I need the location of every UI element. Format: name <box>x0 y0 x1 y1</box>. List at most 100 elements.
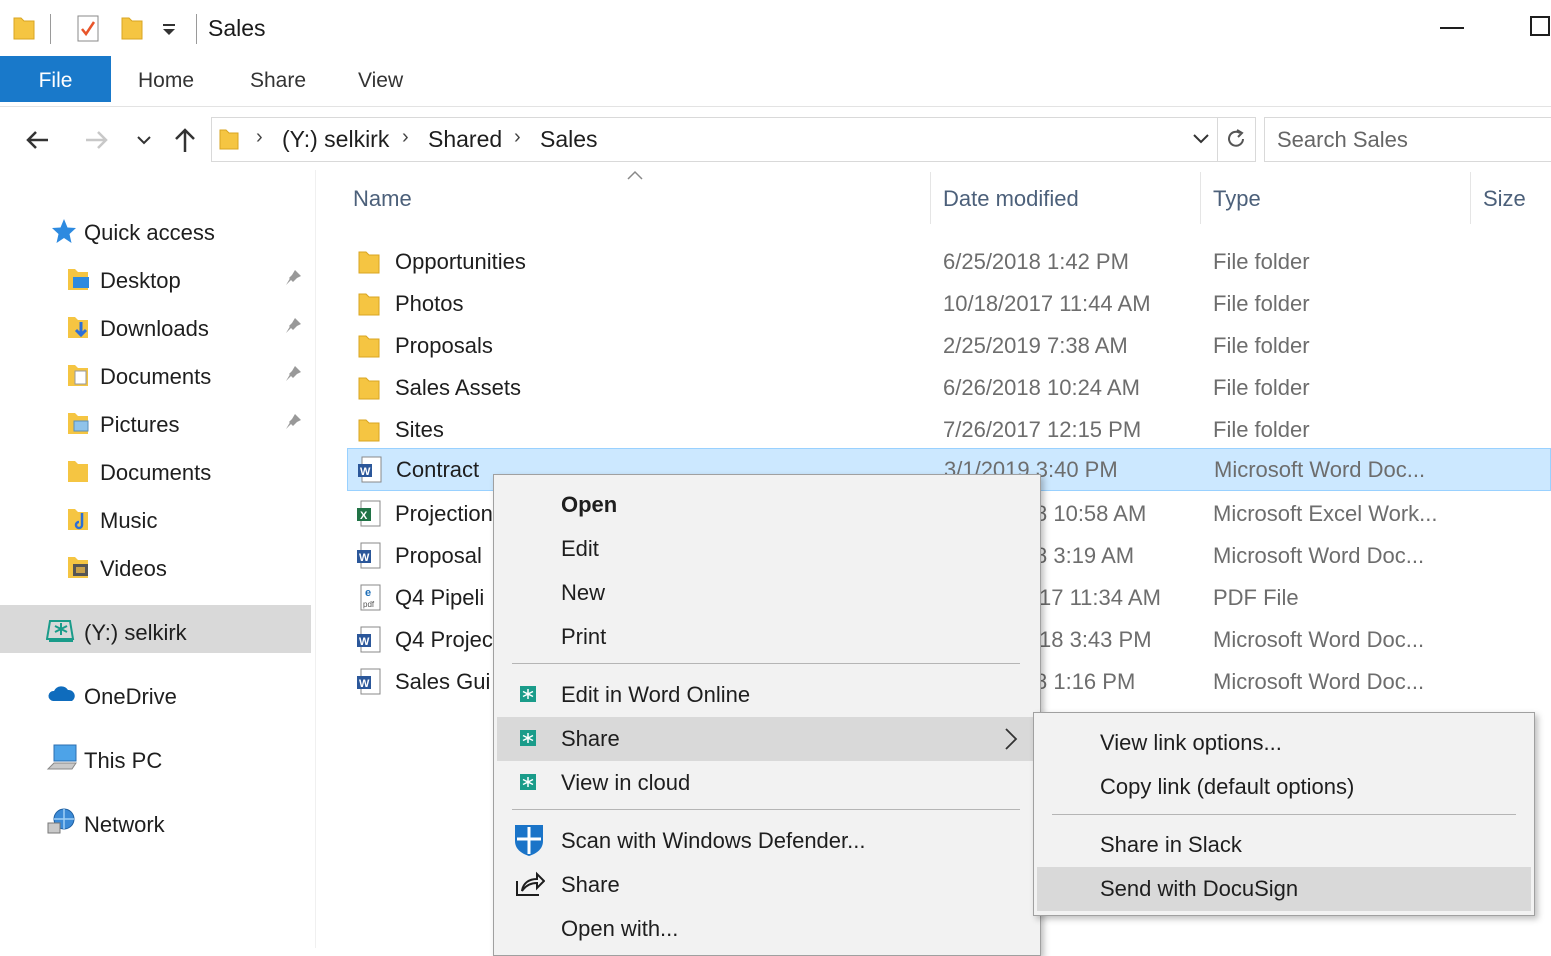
onedrive-cloud-icon <box>48 686 75 701</box>
submenu-item-send-with-docusign[interactable]: Send with DocuSign <box>1037 867 1531 911</box>
chevron-right-icon[interactable]: › <box>256 126 263 149</box>
file-row[interactable]: Opportunities 6/25/2018 1:42 PM File fol… <box>347 240 1551 282</box>
menu-item-view-in-cloud[interactable]: View in cloud <box>497 761 1037 805</box>
file-date: 8 3:19 AM <box>1035 543 1135 568</box>
column-header-date[interactable]: Date modified <box>943 186 1079 212</box>
tab-home[interactable]: Home <box>138 56 194 102</box>
file-date: 8 1:16 PM <box>1035 669 1136 694</box>
submenu-item-share-in-slack[interactable]: Share in Slack <box>1037 823 1531 867</box>
file-type: Microsoft Word Doc... <box>1214 457 1426 482</box>
file-date: 6/25/2018 1:42 PM <box>943 249 1129 274</box>
cloud-drive-icon <box>520 730 536 746</box>
file-row[interactable]: Proposals 2/25/2019 7:38 AM File folder <box>347 324 1551 366</box>
menu-separator <box>512 663 1020 664</box>
search-input[interactable]: Search Sales <box>1264 117 1551 162</box>
refresh-button[interactable] <box>1217 117 1256 162</box>
menu-item-share-cloud[interactable]: Share <box>497 717 1037 761</box>
music-folder-icon <box>68 509 88 530</box>
new-folder-icon[interactable] <box>120 14 144 42</box>
file-type: File folder <box>1213 249 1310 274</box>
column-header-name[interactable]: Name <box>353 186 412 212</box>
minimize-icon[interactable] <box>1440 26 1466 30</box>
file-type: Microsoft Word Doc... <box>1213 669 1425 694</box>
tab-file[interactable]: File <box>0 56 111 102</box>
folder-icon[interactable] <box>12 14 36 42</box>
file-name: Photos <box>395 291 464 316</box>
chevron-right-icon[interactable]: › <box>402 126 409 149</box>
menu-item-share[interactable]: Share <box>497 863 1037 907</box>
column-header-size[interactable]: Size <box>1483 186 1526 212</box>
menu-separator <box>1052 814 1516 815</box>
column-divider[interactable] <box>1470 172 1471 224</box>
file-type: PDF File <box>1213 585 1299 610</box>
svg-text:pdf: pdf <box>363 600 375 609</box>
file-date: 10/18/2017 11:44 AM <box>943 291 1151 316</box>
tab-view[interactable]: View <box>358 56 403 102</box>
submenu-item-view-link-options[interactable]: View link options... <box>1037 721 1531 765</box>
pin-icon[interactable] <box>284 365 302 383</box>
pin-icon[interactable] <box>284 269 302 287</box>
tab-share[interactable]: Share <box>250 56 306 102</box>
menu-item-open[interactable]: Open <box>497 483 1037 527</box>
nav-item-videos[interactable]: Videos <box>66 547 306 587</box>
column-divider[interactable] <box>1200 172 1201 224</box>
videos-folder-icon <box>68 557 88 578</box>
folder-icon <box>358 335 380 358</box>
chevron-right-icon[interactable]: › <box>514 126 521 149</box>
breadcrumb-drive[interactable]: (Y:) selkirk <box>282 126 389 153</box>
back-arrow-icon[interactable] <box>24 128 52 152</box>
share-icon <box>516 871 545 896</box>
file-name: Sales Assets <box>395 375 521 400</box>
customize-toolbar-icon[interactable] <box>160 22 180 38</box>
nav-item-pictures[interactable]: Pictures <box>66 403 306 443</box>
column-divider[interactable] <box>930 172 931 224</box>
file-row[interactable]: Sales Assets 6/26/2018 10:24 AM File fol… <box>347 366 1551 408</box>
pin-icon[interactable] <box>284 413 302 431</box>
nav-item-music[interactable]: Music <box>66 499 306 539</box>
breadcrumb-sales[interactable]: Sales <box>540 126 598 153</box>
menu-item-edit[interactable]: Edit <box>497 527 1037 571</box>
file-name: Q4 Projec <box>395 627 493 652</box>
submenu-item-copy-link[interactable]: Copy link (default options) <box>1037 765 1531 809</box>
nav-item-documents[interactable]: Documents <box>66 451 306 491</box>
nav-quick-access[interactable]: Quick access <box>50 211 290 251</box>
menu-item-new[interactable]: New <box>497 571 1037 615</box>
chevron-right-icon <box>1005 728 1018 750</box>
nav-item-documents-pinned[interactable]: Documents <box>66 355 306 395</box>
chevron-down-icon[interactable] <box>1192 133 1210 145</box>
file-row[interactable]: Photos 10/18/2017 11:44 AM File folder <box>347 282 1551 324</box>
pane-divider[interactable] <box>315 170 316 948</box>
recent-locations-icon[interactable] <box>136 134 152 146</box>
menu-item-open-with[interactable]: Open with... <box>497 907 1037 951</box>
nav-item-desktop[interactable]: Desktop <box>66 259 306 299</box>
file-date: 2/25/2019 7:38 AM <box>943 333 1128 358</box>
svg-text:X: X <box>360 510 368 522</box>
address-bar[interactable]: › (Y:) selkirk › Shared › Sales <box>211 117 1218 162</box>
pictures-folder-icon <box>68 413 89 434</box>
svg-text:W: W <box>359 552 370 564</box>
file-row[interactable]: Sites 7/26/2017 12:15 PM File folder <box>347 408 1551 450</box>
file-date: 7/26/2017 12:15 PM <box>943 417 1142 442</box>
menu-item-scan-defender[interactable]: Scan with Windows Defender... <box>497 819 1037 863</box>
context-menu: Open Edit New Print Edit in Word Online … <box>493 474 1041 956</box>
network-icon <box>47 808 75 834</box>
nav-item-this-pc[interactable]: This PC <box>46 739 296 779</box>
maximize-icon[interactable] <box>1530 16 1551 38</box>
file-date: 6/26/2018 10:24 AM <box>943 375 1140 400</box>
folder-icon <box>358 251 380 274</box>
nav-item-onedrive[interactable]: OneDrive <box>46 675 296 715</box>
pin-icon[interactable] <box>284 317 302 335</box>
properties-icon[interactable] <box>76 14 102 44</box>
nav-item-downloads[interactable]: Downloads <box>66 307 306 347</box>
nav-item-network[interactable]: Network <box>46 803 296 843</box>
title-bar: Sales <box>0 0 1551 56</box>
windows-defender-shield-icon <box>515 825 543 856</box>
menu-item-print[interactable]: Print <box>497 615 1037 659</box>
up-arrow-icon[interactable] <box>172 126 198 154</box>
column-header-type[interactable]: Type <box>1213 186 1261 212</box>
forward-arrow-icon[interactable] <box>82 128 110 152</box>
breadcrumb-shared[interactable]: Shared <box>428 126 502 153</box>
menu-item-edit-word-online[interactable]: Edit in Word Online <box>497 673 1037 717</box>
nav-item-drive[interactable]: (Y:) selkirk <box>46 611 296 651</box>
documents-folder-icon <box>68 365 88 386</box>
